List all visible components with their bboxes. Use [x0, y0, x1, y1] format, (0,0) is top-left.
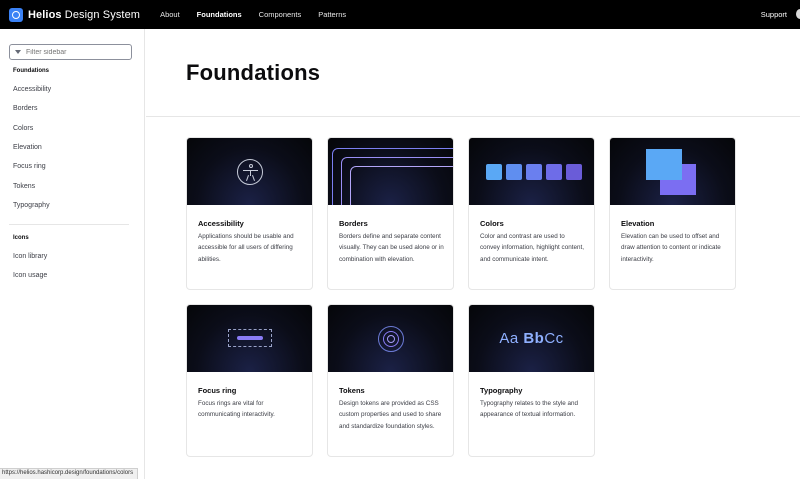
main-nav: About Foundations Components Patterns: [160, 10, 363, 19]
nav-about[interactable]: About: [160, 10, 180, 19]
card-thumbnail: [328, 138, 453, 205]
card-title: Elevation: [621, 219, 655, 228]
sidebar-item-focus-ring[interactable]: Focus ring: [13, 163, 46, 170]
card-title: Focus ring: [198, 386, 237, 395]
nav-components[interactable]: Components: [259, 10, 302, 19]
card-colors[interactable]: Colors Color and contrast are used to co…: [468, 137, 595, 290]
typography-icon: Aa BbCc: [499, 330, 564, 347]
card-description: Color and contrast are used to convey in…: [480, 233, 584, 263]
nav-patterns[interactable]: Patterns: [318, 10, 346, 19]
sidebar-item-tokens[interactable]: Tokens: [13, 183, 35, 190]
card-thumbnail: [610, 138, 735, 205]
card-description: Elevation can be used to offset and draw…: [621, 233, 721, 263]
sidebar-item-colors[interactable]: Colors: [13, 125, 33, 132]
card-thumbnail: [469, 138, 594, 205]
brand-name: Helios Design System: [28, 8, 141, 21]
card-description: Focus rings are vital for communicating …: [198, 400, 275, 419]
page-title: Foundations: [186, 60, 321, 85]
sidebar-item-borders[interactable]: Borders: [13, 105, 38, 112]
card-description: Borders define and separate content visu…: [339, 233, 444, 263]
sidebar-item-typography[interactable]: Typography: [13, 202, 50, 209]
card-tokens[interactable]: Tokens Design tokens are provided as CSS…: [327, 304, 454, 457]
card-title: Tokens: [339, 386, 365, 395]
sidebar-heading-icons: Icons: [13, 235, 29, 241]
nav-support[interactable]: Support: [761, 10, 787, 19]
card-title: Typography: [480, 386, 523, 395]
card-typography[interactable]: Aa BbCc Typography Typography relates to…: [468, 304, 595, 457]
card-thumbnail: [328, 305, 453, 372]
accessibility-icon: [237, 159, 263, 185]
card-title: Colors: [480, 219, 504, 228]
sidebar-filter[interactable]: [9, 44, 132, 60]
card-focus-ring[interactable]: Focus ring Focus rings are vital for com…: [186, 304, 313, 457]
sidebar-heading-foundations: Foundations: [13, 68, 49, 74]
sidebar-item-elevation[interactable]: Elevation: [13, 144, 42, 151]
nav-foundations[interactable]: Foundations: [197, 10, 242, 19]
sidebar-item-icon-library[interactable]: Icon library: [13, 253, 47, 260]
card-description: Applications should be usable and access…: [198, 233, 294, 263]
card-borders[interactable]: Borders Borders define and separate cont…: [327, 137, 454, 290]
sidebar-item-accessibility[interactable]: Accessibility: [13, 86, 51, 93]
page-header: Foundations: [146, 29, 800, 117]
card-thumbnail: [187, 138, 312, 205]
card-title: Borders: [339, 219, 368, 228]
sidebar-item-icon-usage[interactable]: Icon usage: [13, 272, 47, 279]
status-bar-url: https://helios.hashicorp.design/foundati…: [0, 468, 139, 479]
brand-logo[interactable]: Helios Design System: [9, 7, 141, 22]
card-title: Accessibility: [198, 219, 244, 228]
helios-logo-icon: [9, 7, 23, 22]
filter-icon: [15, 50, 21, 54]
user-avatar[interactable]: [796, 9, 800, 19]
card-accessibility[interactable]: Accessibility Applications should be usa…: [186, 137, 313, 290]
filter-input[interactable]: [26, 48, 126, 56]
card-elevation[interactable]: Elevation Elevation can be used to offse…: [609, 137, 736, 290]
sidebar-divider: [9, 224, 129, 225]
card-thumbnail: Aa BbCc: [469, 305, 594, 372]
card-thumbnail: [187, 305, 312, 372]
top-navigation-bar: Helios Design System About Foundations C…: [0, 0, 800, 29]
card-description: Typography relates to the style and appe…: [480, 400, 579, 419]
sidebar: Foundations Accessibility Borders Colors…: [0, 29, 145, 479]
card-description: Design tokens are provided as CSS custom…: [339, 400, 442, 430]
